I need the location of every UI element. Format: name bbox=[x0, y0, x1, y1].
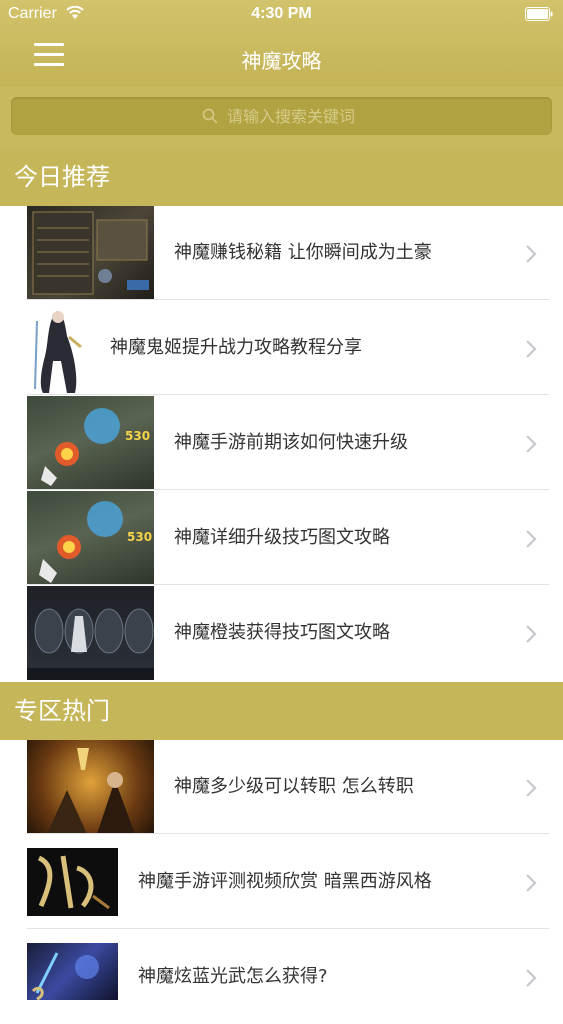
chevron-right-icon bbox=[526, 874, 537, 892]
chevron-right-icon bbox=[526, 340, 537, 358]
article-title: 神魔橙装获得技巧图文攻略 bbox=[174, 622, 390, 643]
article-title: 神魔手游前期该如何快速升级 bbox=[174, 432, 408, 453]
article-row[interactable]: 神魔炫蓝光武怎么获得? bbox=[0, 930, 563, 1000]
svg-text:530: 530 bbox=[125, 429, 150, 443]
article-row[interactable]: 神魔鬼姬提升战力攻略教程分享 bbox=[0, 301, 563, 395]
chevron-right-icon bbox=[526, 779, 537, 797]
navigation-bar: Carrier 4:30 PM 神魔攻略 bbox=[0, 0, 563, 86]
article-row[interactable]: 神魔多少级可以转职 怎么转职 bbox=[0, 740, 563, 834]
article-title: 神魔鬼姬提升战力攻略教程分享 bbox=[110, 337, 362, 358]
article-thumbnail bbox=[27, 848, 118, 916]
search-icon bbox=[202, 108, 218, 124]
chevron-right-icon bbox=[526, 969, 537, 987]
search-bar bbox=[0, 86, 563, 149]
article-row[interactable]: 530 神魔详细升级技巧图文攻略 bbox=[0, 491, 563, 585]
search-input[interactable] bbox=[227, 104, 527, 128]
section-header-today: 今日推荐 bbox=[0, 148, 563, 206]
article-title: 神魔赚钱秘籍 让你瞬间成为土豪 bbox=[174, 242, 432, 263]
article-thumbnail bbox=[27, 943, 118, 1000]
article-thumbnail bbox=[27, 301, 97, 395]
article-thumbnail bbox=[27, 206, 154, 300]
article-thumbnail: 530 bbox=[27, 491, 154, 585]
chevron-right-icon bbox=[526, 435, 537, 453]
article-row[interactable]: 530 神魔手游前期该如何快速升级 bbox=[0, 396, 563, 490]
page-title: 神魔攻略 bbox=[241, 49, 322, 73]
chevron-right-icon bbox=[526, 625, 537, 643]
chevron-right-icon bbox=[526, 245, 537, 263]
article-title: 神魔详细升级技巧图文攻略 bbox=[174, 527, 390, 548]
article-row[interactable]: 神魔橙装获得技巧图文攻略 bbox=[0, 586, 563, 680]
svg-text:530: 530 bbox=[127, 530, 152, 544]
battery-icon bbox=[525, 7, 553, 21]
chevron-right-icon bbox=[526, 530, 537, 548]
article-title: 神魔多少级可以转职 怎么转职 bbox=[174, 776, 414, 797]
status-time: 4:30 PM bbox=[251, 5, 312, 22]
article-title: 神魔炫蓝光武怎么获得? bbox=[138, 966, 328, 987]
article-row[interactable]: 神魔赚钱秘籍 让你瞬间成为土豪 bbox=[0, 206, 563, 300]
article-title: 神魔手游评测视频欣赏 暗黑西游风格 bbox=[138, 871, 432, 892]
status-bar: Carrier 4:30 PM bbox=[0, 0, 563, 28]
article-thumbnail bbox=[27, 586, 154, 680]
article-thumbnail: 530 bbox=[27, 396, 154, 490]
article-thumbnail bbox=[27, 740, 154, 834]
search-field[interactable] bbox=[11, 97, 552, 135]
article-row[interactable]: 神魔手游评测视频欣赏 暗黑西游风格 bbox=[0, 835, 563, 929]
section-header-hot: 专区热门 bbox=[0, 682, 563, 740]
